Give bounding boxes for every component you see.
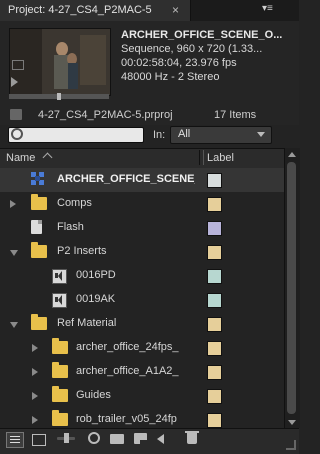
item-name: archer_office_24fps_ (76, 341, 179, 353)
project-file-icon (10, 109, 22, 120)
preview-clip-name: ARCHER_OFFICE_SCENE_O... (121, 29, 283, 41)
document-icon (31, 220, 42, 234)
list-item[interactable]: rob_trailer_v05_24fp (0, 408, 284, 428)
navigate-back-icon[interactable] (157, 434, 164, 444)
disclosure-open-icon[interactable] (10, 250, 18, 256)
label-color-swatch[interactable] (207, 221, 222, 236)
item-name: Guides (76, 389, 111, 401)
in-dropdown-value: All (178, 128, 191, 140)
audio-clip-icon (52, 293, 67, 308)
new-item-corner (140, 440, 147, 447)
resize-grip-icon[interactable] (286, 440, 296, 450)
sequence-icon (31, 172, 45, 186)
label-color-swatch[interactable] (207, 197, 222, 212)
disclosure-closed-icon[interactable] (32, 392, 38, 400)
label-color-swatch[interactable] (207, 365, 222, 380)
disclosure-closed-icon[interactable] (10, 200, 16, 208)
disclosure-closed-icon[interactable] (32, 368, 38, 376)
label-color-swatch[interactable] (207, 245, 222, 260)
scroll-up-icon[interactable] (288, 152, 296, 157)
list-item[interactable]: 0019AK (0, 288, 284, 312)
item-name: archer_office_A1A2_ (76, 365, 179, 377)
preview-timecode-info: 00:02:58:04, 23.976 fps (121, 57, 237, 69)
find-icon[interactable] (88, 432, 100, 444)
label-color-swatch[interactable] (207, 317, 222, 332)
item-count: 17 Items (214, 109, 257, 121)
bin-icon (52, 362, 68, 378)
label-color-swatch[interactable] (207, 413, 222, 428)
poster-frame-icon[interactable] (12, 60, 24, 70)
item-name: 0019AK (76, 293, 116, 305)
item-name: P2 Inserts (57, 245, 107, 257)
bin-icon (31, 314, 47, 330)
disclosure-closed-icon[interactable] (32, 344, 38, 352)
item-name: 0016PD (76, 269, 116, 281)
label-color-swatch[interactable] (207, 269, 222, 284)
chevron-down-icon (257, 132, 265, 137)
in-label: In: (153, 129, 166, 141)
list-item[interactable]: 0016PD (0, 264, 284, 288)
column-name-header[interactable]: Name (6, 152, 35, 164)
list-item[interactable]: Flash (0, 216, 284, 240)
zoom-slider-handle[interactable] (64, 433, 69, 443)
clip-thumbnail (9, 28, 111, 96)
project-file-name: 4-27_CS4_P2MAC-5.prproj (38, 109, 173, 121)
item-name: Flash (57, 221, 84, 233)
item-name: ARCHER_OFFICE_SCENE_C (57, 173, 195, 185)
new-bin-icon[interactable] (110, 434, 124, 444)
column-label-header[interactable]: Label (207, 152, 234, 164)
bin-icon (31, 242, 47, 258)
list-item[interactable]: archer_office_A1A2_ (0, 360, 284, 384)
audio-clip-icon (52, 269, 67, 284)
item-name: Ref Material (57, 317, 117, 329)
label-color-swatch[interactable] (207, 173, 222, 188)
list-item[interactable]: Guides (0, 384, 284, 408)
trash-icon[interactable] (187, 433, 197, 444)
preview-scrub-handle[interactable] (57, 93, 61, 100)
label-color-swatch[interactable] (207, 389, 222, 404)
column-divider-highlight (203, 150, 204, 165)
bin-icon (31, 194, 47, 210)
search-input[interactable] (22, 127, 140, 141)
tab-title: Project: 4-27_CS4_P2MAC-5 (8, 4, 152, 16)
list-item[interactable]: archer_office_24fps_ (0, 336, 284, 360)
icon-view-icon[interactable] (32, 434, 46, 446)
bin-icon (52, 338, 68, 354)
project-items-list: ARCHER_OFFICE_SCENE_C Comps Flash P2 Insert… (0, 168, 284, 428)
list-view-icon[interactable] (6, 432, 24, 448)
bin-icon (52, 386, 68, 402)
label-color-swatch[interactable] (207, 293, 222, 308)
list-item[interactable]: Ref Material (0, 312, 284, 336)
bin-icon (52, 410, 68, 426)
scroll-down-icon[interactable] (288, 420, 296, 425)
disclosure-open-icon[interactable] (10, 322, 18, 328)
preview-audio-info: 48000 Hz - 2 Stereo (121, 71, 220, 83)
close-icon[interactable]: × (172, 3, 179, 17)
item-name: rob_trailer_v05_24fp (76, 413, 177, 425)
preview-sequence-info: Sequence, 960 x 720 (1.33... (121, 43, 263, 55)
label-color-swatch[interactable] (207, 341, 222, 356)
list-item[interactable]: Comps (0, 192, 284, 216)
panel-menu-icon[interactable]: ▾≡ (262, 3, 290, 17)
item-name: Comps (57, 197, 92, 209)
disclosure-closed-icon[interactable] (32, 416, 38, 424)
scrollbar-thumb[interactable] (287, 162, 296, 414)
column-divider[interactable] (199, 150, 200, 165)
list-item[interactable]: ARCHER_OFFICE_SCENE_C (0, 168, 284, 192)
list-item[interactable]: P2 Inserts (0, 240, 284, 264)
play-icon[interactable] (11, 77, 18, 87)
